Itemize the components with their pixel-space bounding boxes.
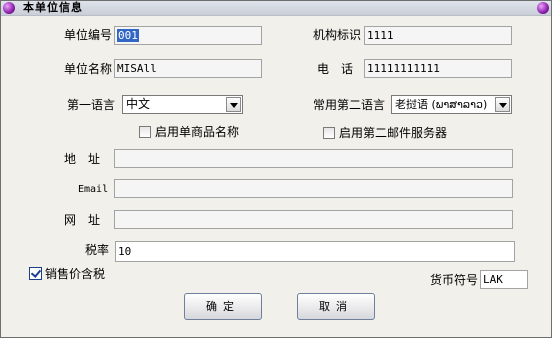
second-language-label: 常用第二语言 bbox=[313, 98, 386, 112]
org-id-input[interactable]: 1111 bbox=[364, 26, 512, 45]
chevron-down-icon[interactable] bbox=[495, 97, 510, 112]
phone-label: 电 话 bbox=[317, 62, 354, 76]
enable-second-mail-label: 启用第二邮件服务器 bbox=[339, 126, 448, 140]
app-icon bbox=[3, 2, 15, 14]
first-language-label: 第一语言 bbox=[67, 98, 116, 112]
email-input[interactable] bbox=[114, 179, 513, 198]
address-label: 地 址 bbox=[64, 152, 101, 166]
org-id-label: 机构标识 bbox=[313, 28, 362, 42]
website-input[interactable] bbox=[114, 210, 513, 229]
unit-info-dialog: 本单位信息 单位编号 001 机构标识 1111 单位名称 MISAll 电 话… bbox=[0, 0, 552, 338]
unit-name-label: 单位名称 bbox=[64, 62, 113, 76]
title-bar: 本单位信息 bbox=[1, 1, 551, 16]
unit-code-value: 001 bbox=[117, 29, 139, 42]
first-language-select[interactable]: 中文 bbox=[122, 95, 243, 114]
unit-code-label: 单位编号 bbox=[64, 28, 113, 42]
ok-button[interactable]: 确定 bbox=[184, 293, 262, 320]
unit-name-input[interactable]: MISAll bbox=[114, 59, 262, 78]
second-language-value: 老挝语 (ພາສາລາວ) bbox=[395, 98, 488, 111]
tax-rate-input[interactable]: 10 bbox=[115, 241, 515, 262]
currency-symbol-label: 货币符号 bbox=[430, 273, 479, 287]
email-label: Email bbox=[78, 184, 109, 195]
website-label: 网 址 bbox=[64, 213, 101, 227]
enable-second-mail-checkbox[interactable] bbox=[323, 127, 335, 139]
enable-product-name-label: 启用单商品名称 bbox=[155, 125, 240, 139]
window-title: 本单位信息 bbox=[23, 1, 83, 14]
tax-rate-label: 税率 bbox=[85, 243, 110, 257]
phone-input[interactable]: 11111111111 bbox=[364, 59, 512, 78]
cancel-button[interactable]: 取消 bbox=[297, 293, 375, 320]
chevron-down-icon[interactable] bbox=[226, 97, 241, 112]
price-includes-tax-label: 销售价含税 bbox=[45, 267, 106, 281]
close-icon[interactable] bbox=[537, 2, 549, 14]
second-language-select[interactable]: 老挝语 (ພາສາລາວ) bbox=[391, 95, 512, 114]
first-language-value: 中文 bbox=[126, 97, 151, 111]
price-includes-tax-checkbox[interactable] bbox=[29, 267, 42, 280]
enable-product-name-checkbox[interactable] bbox=[139, 126, 151, 138]
unit-code-input[interactable]: 001 bbox=[114, 26, 262, 45]
currency-symbol-input[interactable]: LAK bbox=[480, 270, 528, 289]
address-input[interactable] bbox=[114, 149, 513, 168]
